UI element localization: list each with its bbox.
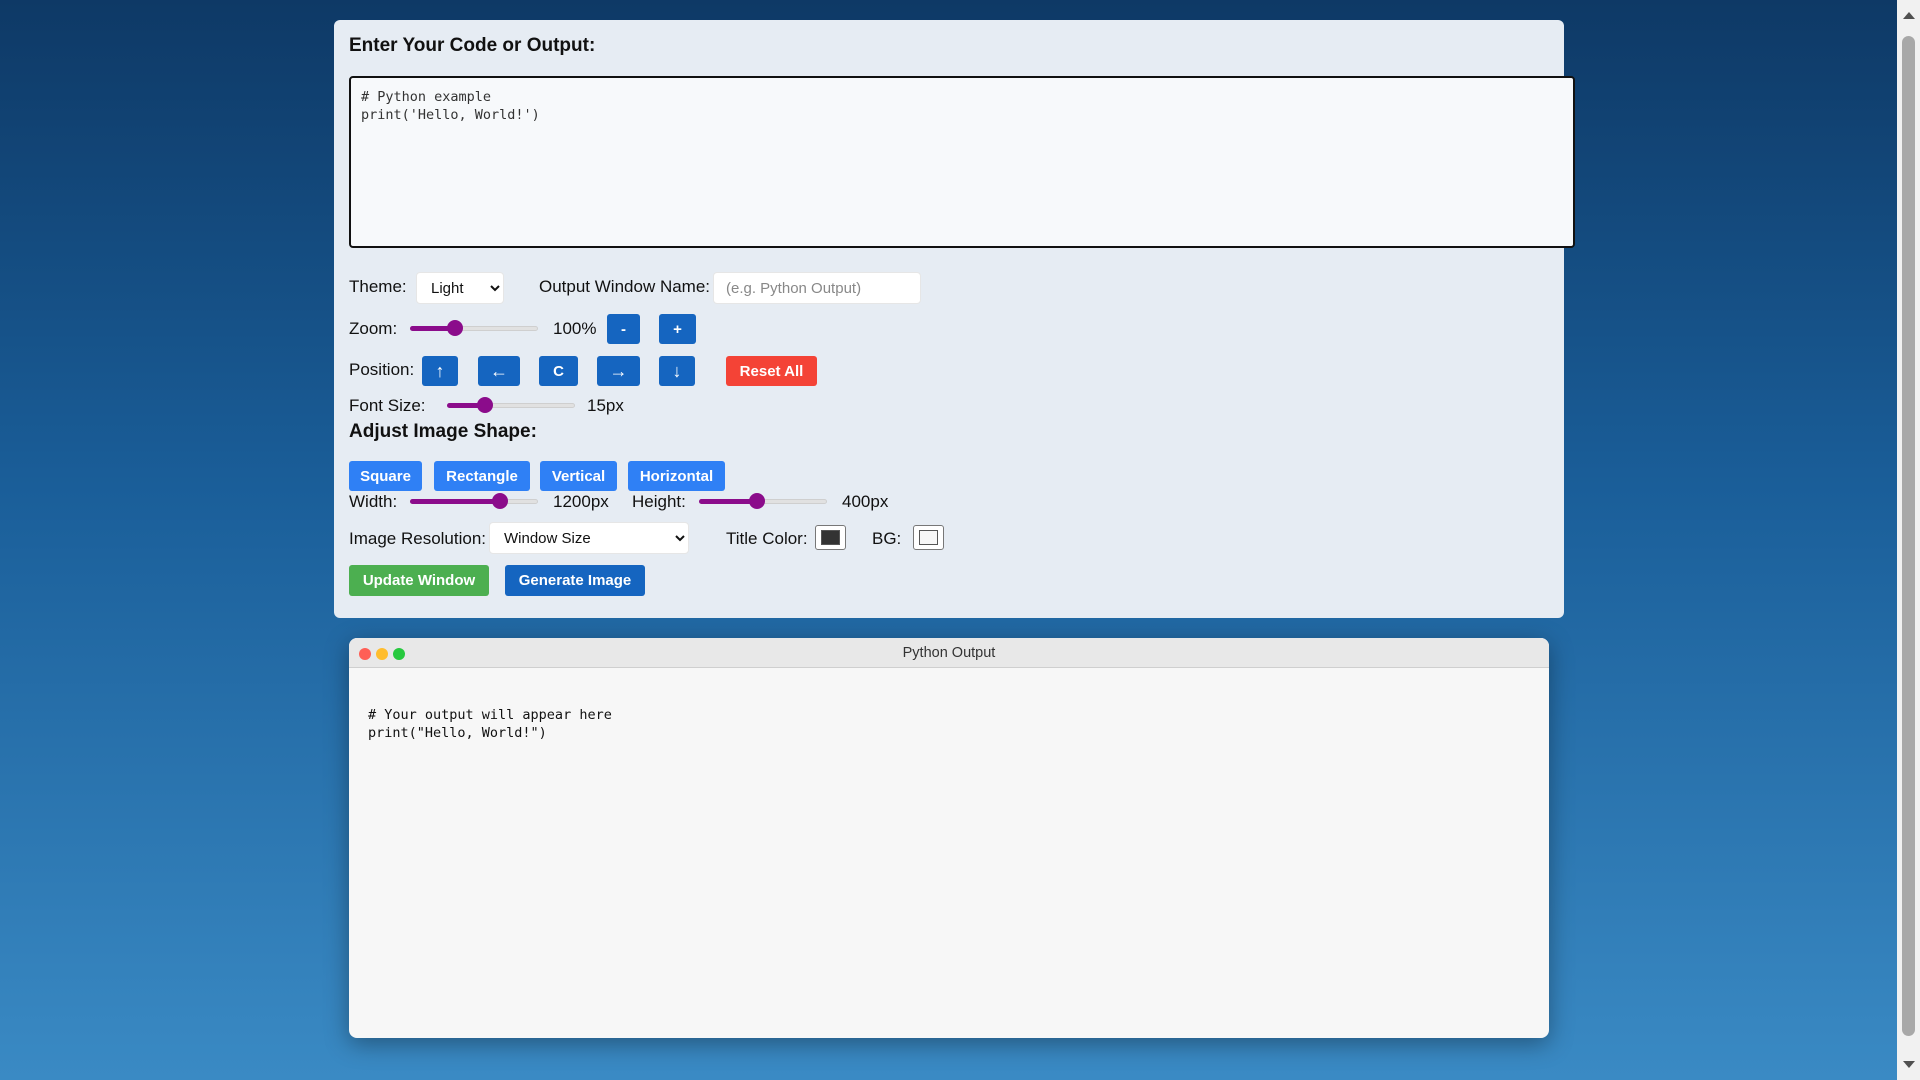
theme-select[interactable]: Light: [416, 272, 504, 304]
window-name-label: Output Window Name:: [539, 277, 711, 296]
control-panel: Enter Your Code or Output: # Python exam…: [334, 20, 1575, 618]
scroll-thumb[interactable]: [1902, 36, 1915, 1036]
bg-color-swatch: [919, 530, 938, 545]
resolution-label: Image Resolution:: [349, 529, 487, 548]
square-button[interactable]: Square: [349, 461, 422, 491]
window-name-input[interactable]: [713, 272, 921, 304]
window-titlebar: Python Output: [349, 638, 1549, 668]
bg-label: BG:: [872, 529, 902, 548]
height-value: 400px: [842, 492, 889, 511]
move-up-button[interactable]: ↑: [422, 356, 458, 386]
width-slider[interactable]: [410, 491, 538, 511]
bg-color-picker[interactable]: [913, 525, 944, 550]
zoom-out-button[interactable]: -: [607, 314, 640, 344]
vertical-button[interactable]: Vertical: [540, 461, 617, 491]
reset-all-button[interactable]: Reset All: [726, 356, 817, 386]
scroll-down-icon[interactable]: [1903, 1061, 1915, 1068]
horizontal-button[interactable]: Horizontal: [628, 461, 725, 491]
rectangle-button[interactable]: Rectangle: [434, 461, 530, 491]
editor-heading: Enter Your Code or Output:: [349, 35, 596, 56]
width-value: 1200px: [553, 492, 609, 511]
font-size-value: 15px: [587, 396, 624, 415]
move-right-button[interactable]: →: [597, 356, 640, 386]
zoom-label: Zoom:: [349, 319, 398, 338]
width-label: Width:: [349, 492, 398, 511]
height-slider[interactable]: [699, 491, 827, 511]
zoom-value: 100%: [553, 319, 597, 338]
zoom-in-button[interactable]: +: [659, 314, 696, 344]
title-color-swatch: [821, 530, 840, 545]
window-title: Python Output: [902, 645, 996, 661]
font-size-label: Font Size:: [349, 396, 426, 415]
output-content: # Your output will appear here print("He…: [368, 707, 612, 742]
height-label: Height:: [632, 492, 686, 511]
font-size-slider[interactable]: [447, 395, 575, 415]
title-color-picker[interactable]: [815, 525, 846, 550]
output-window: Python Output # Your output will appear …: [349, 638, 1549, 1038]
generate-image-button[interactable]: Generate Image: [505, 565, 645, 596]
shape-heading: Adjust Image Shape:: [349, 421, 537, 442]
resolution-select[interactable]: Window Size: [489, 522, 689, 554]
scroll-up-icon[interactable]: [1903, 12, 1915, 19]
code-input[interactable]: # Python example print('Hello, World!'): [349, 76, 1575, 248]
title-color-label: Title Color:: [726, 529, 808, 548]
page-scrollbar[interactable]: [1897, 0, 1920, 1080]
move-left-button[interactable]: ←: [478, 356, 520, 386]
zoom-slider[interactable]: [410, 318, 538, 338]
position-label: Position:: [349, 360, 415, 379]
center-button[interactable]: C: [539, 356, 578, 386]
theme-label: Theme:: [349, 277, 407, 296]
move-down-button[interactable]: ↓: [659, 356, 695, 386]
update-window-button[interactable]: Update Window: [349, 565, 489, 596]
